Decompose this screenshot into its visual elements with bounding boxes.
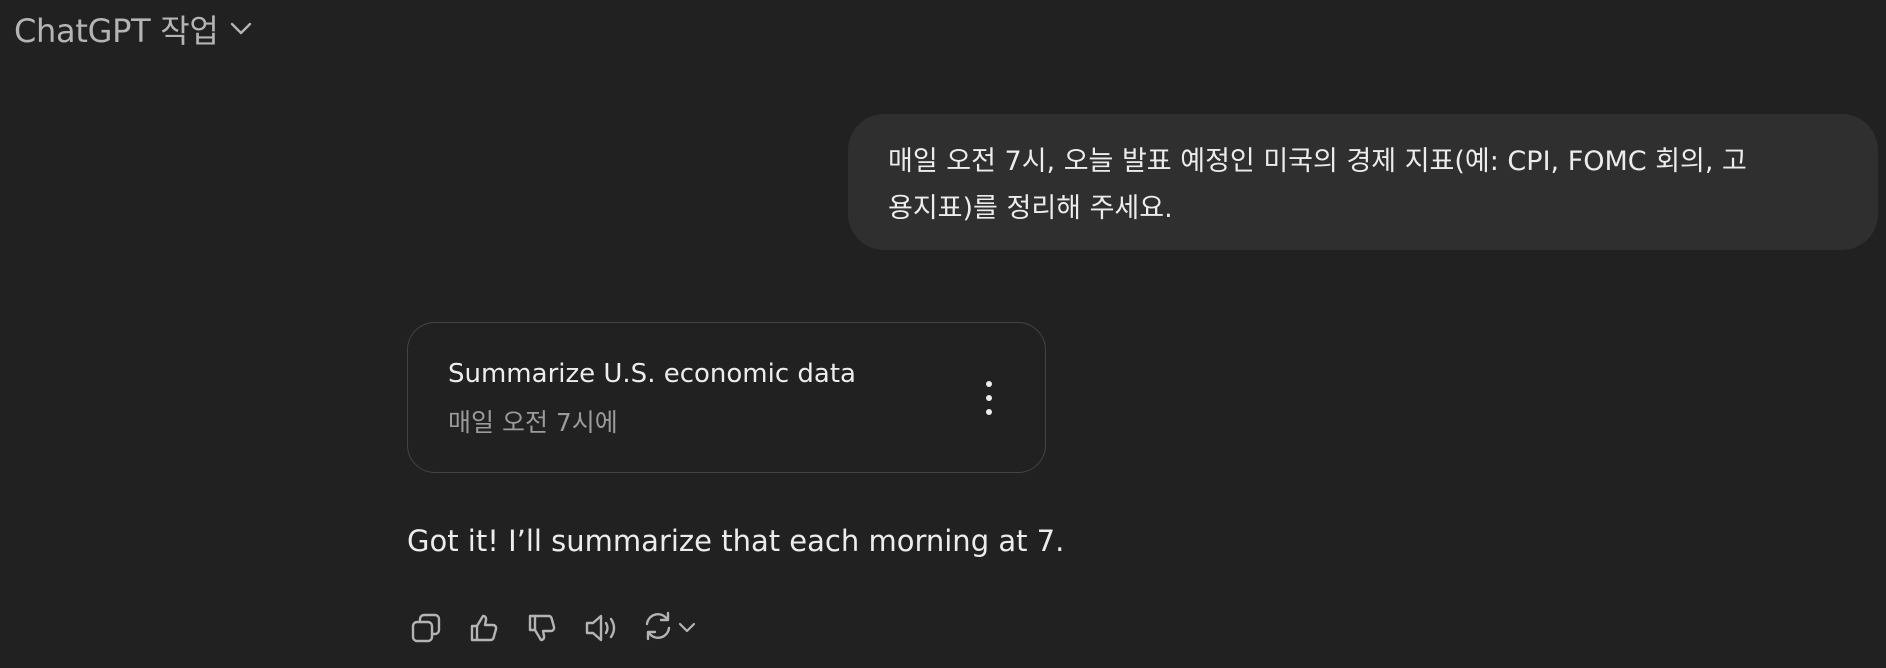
regenerate-icon (642, 610, 674, 646)
copy-icon[interactable] (410, 608, 468, 648)
thumbs-up-icon[interactable] (468, 608, 526, 648)
thumbs-down-icon[interactable] (526, 608, 584, 648)
speaker-icon[interactable] (584, 608, 642, 648)
user-message-line-2: 용지표)를 정리해 주세요. (888, 193, 1173, 224)
message-actions (410, 608, 696, 648)
more-vertical-icon[interactable] (977, 381, 1001, 415)
scheduled-task-card[interactable]: Summarize U.S. economic data 매일 오전 7시에 (407, 322, 1046, 473)
menu-dot (986, 409, 992, 415)
chevron-down-icon (230, 22, 252, 36)
assistant-message: Got it! I’ll summarize that each morning… (407, 524, 1065, 558)
task-title: Summarize U.S. economic data (448, 359, 856, 389)
menu-dot (986, 381, 992, 387)
chat-page: ChatGPT 작업 매일 오전 7시, 오늘 발표 예정인 미국의 경제 지표… (0, 0, 1886, 668)
regenerate-button[interactable] (642, 610, 696, 646)
task-schedule: 매일 오전 7시에 (448, 408, 618, 437)
user-message-bubble: 매일 오전 7시, 오늘 발표 예정인 미국의 경제 지표(예: CPI, FO… (848, 114, 1878, 250)
menu-dot (986, 395, 992, 401)
header-title: ChatGPT 작업 (14, 12, 219, 50)
user-message-line-1: 매일 오전 7시, 오늘 발표 예정인 미국의 경제 지표(예: CPI, FO… (888, 146, 1747, 177)
chevron-down-icon (678, 619, 696, 638)
model-selector[interactable]: ChatGPT 작업 (14, 6, 252, 52)
